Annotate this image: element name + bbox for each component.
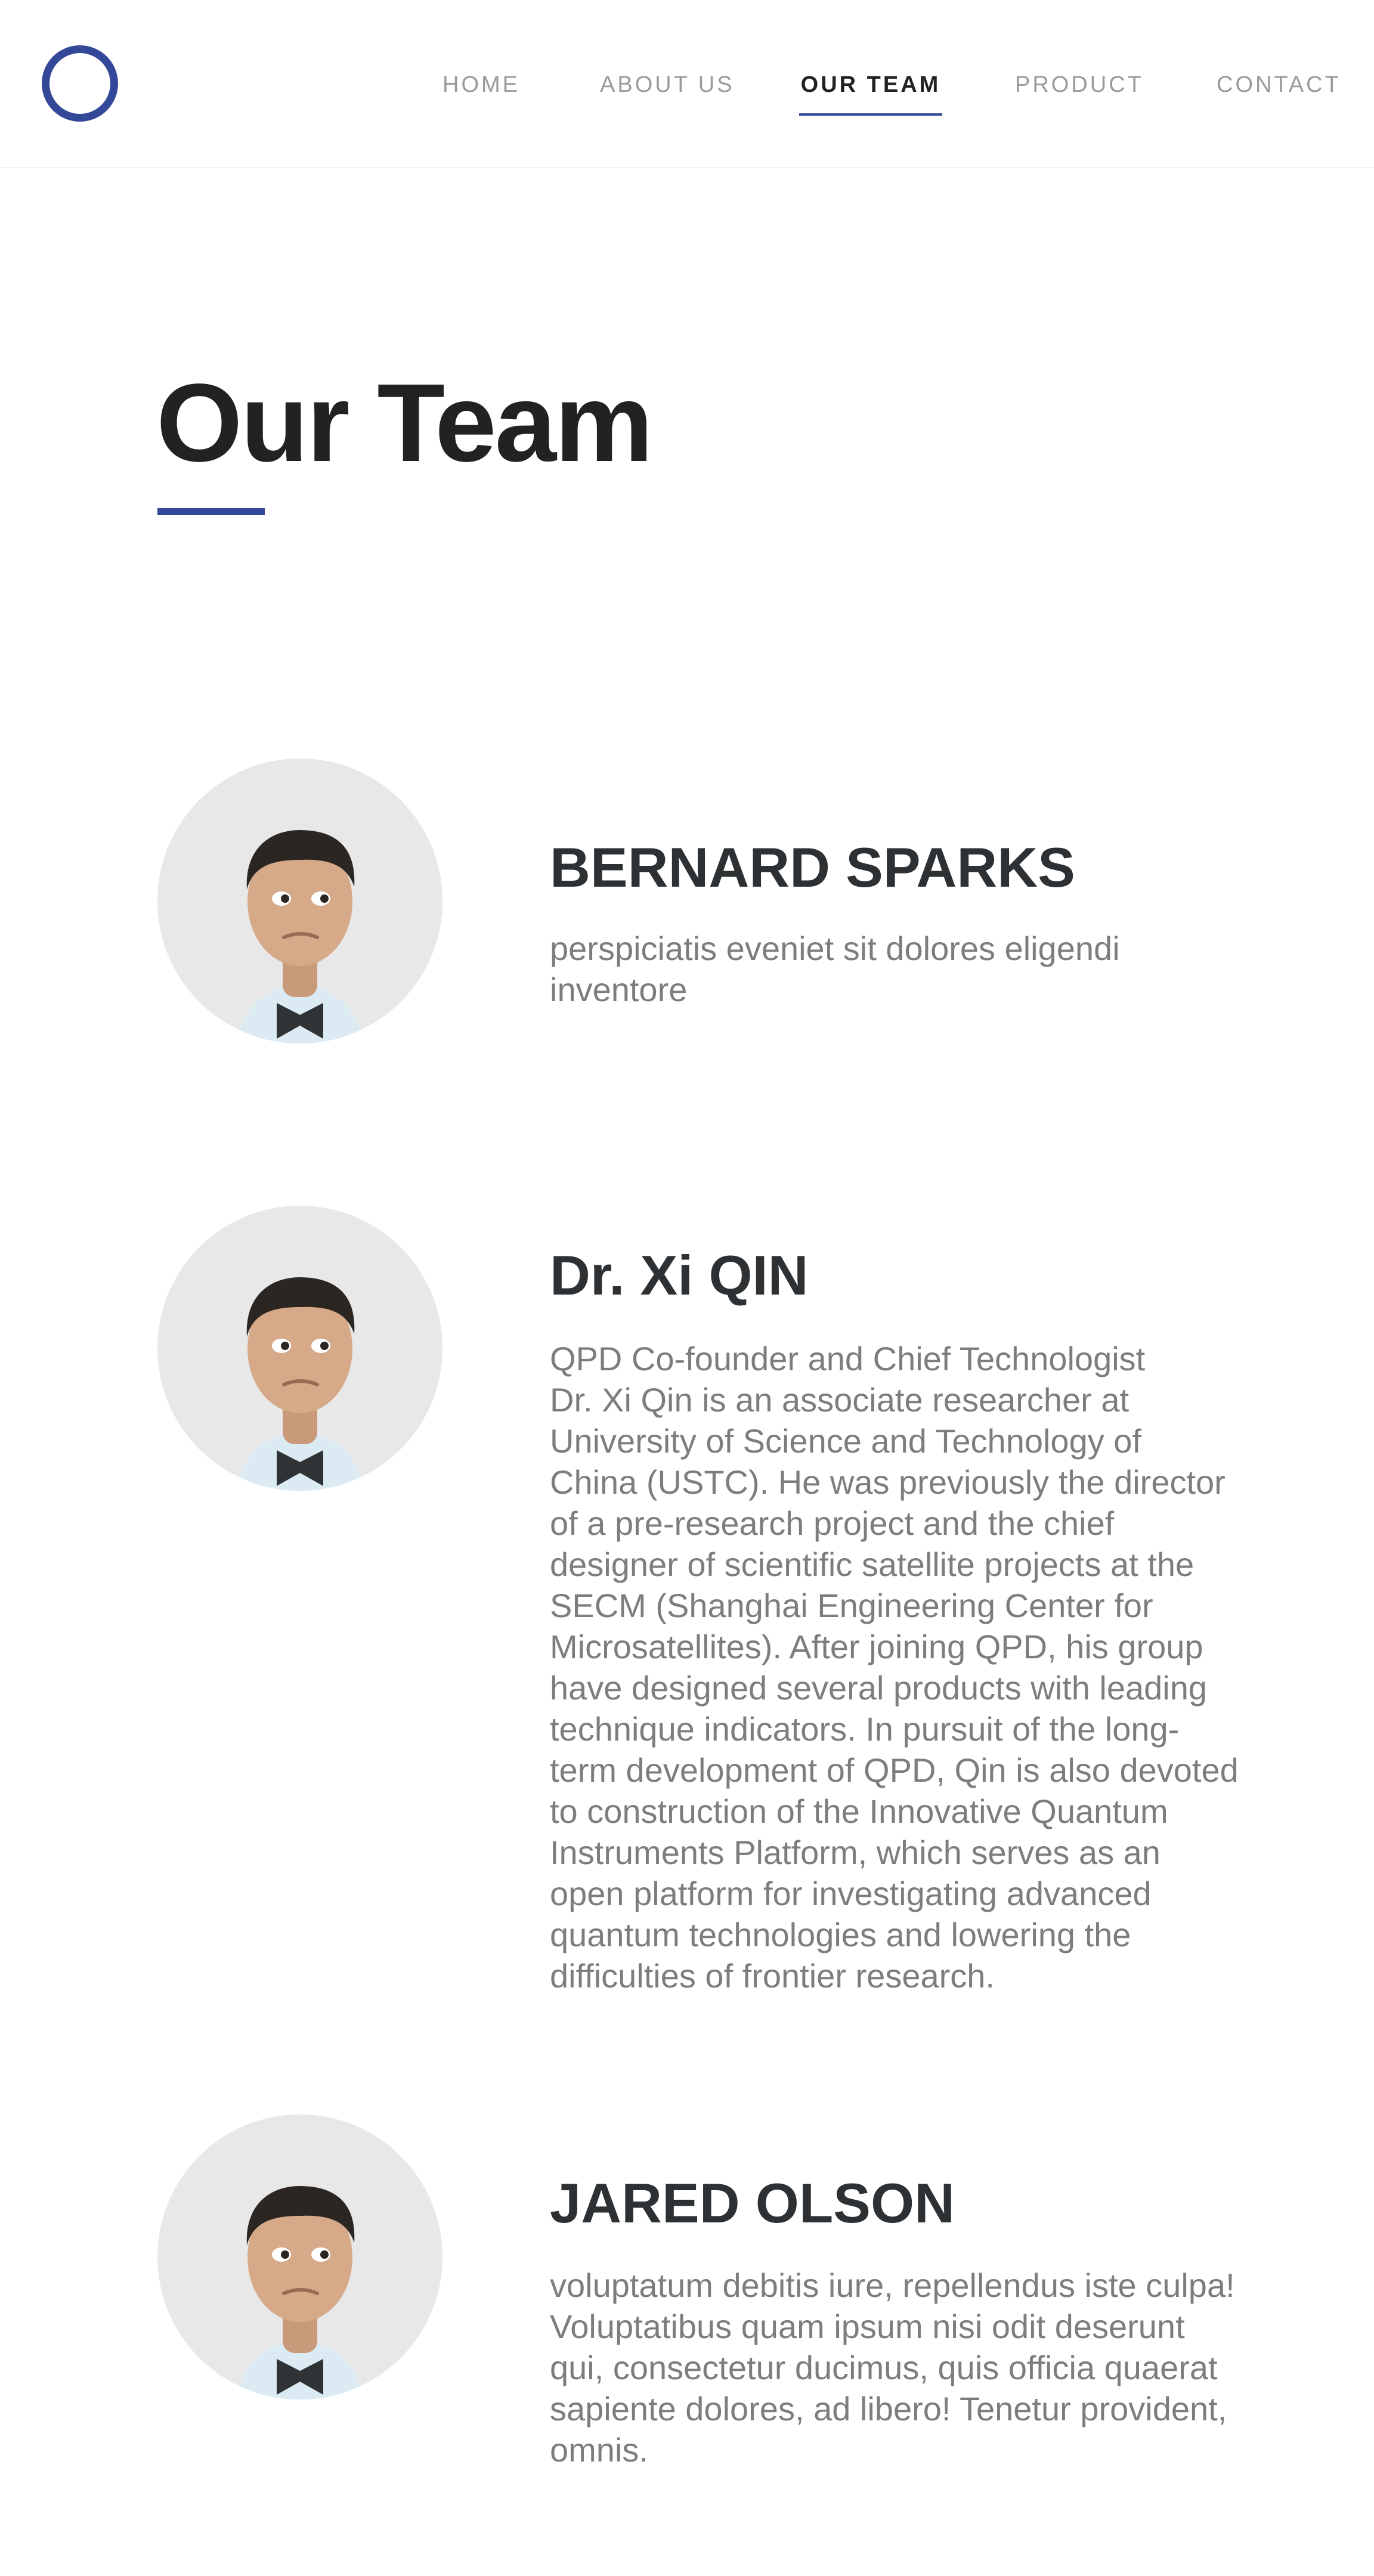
portrait-icon bbox=[157, 758, 442, 1044]
member-bio: perspiciatis eveniet sit dolores eligend… bbox=[550, 930, 1120, 1008]
page-title: Our Team bbox=[156, 361, 653, 485]
avatar bbox=[157, 2114, 442, 2399]
member-name: BERNARD SPARKS bbox=[550, 836, 1075, 899]
member-name: JARED OLSON bbox=[550, 2172, 955, 2234]
nav-our-team[interactable]: OUR TEAM bbox=[799, 70, 942, 99]
member-bio: QPD Co-founder and Chief Technologist Dr… bbox=[550, 1340, 1239, 1995]
nav-product[interactable]: PRODUCT bbox=[1015, 70, 1141, 99]
nav-about-us[interactable]: ABOUT US bbox=[600, 70, 732, 99]
portrait-icon bbox=[157, 1206, 442, 1491]
title-underline bbox=[157, 508, 265, 515]
site-header: HOME ABOUT US OUR TEAM PRODUCT CONTACT bbox=[0, 0, 1374, 168]
active-nav-underline bbox=[799, 113, 942, 116]
avatar bbox=[157, 1206, 442, 1491]
member-name: Dr. Xi QIN bbox=[550, 1244, 809, 1306]
circle-logo-icon[interactable] bbox=[42, 45, 118, 122]
portrait-icon bbox=[157, 2114, 442, 2399]
member-bio: voluptatum debitis iure, repellendus ist… bbox=[550, 2267, 1235, 2469]
nav-contact[interactable]: CONTACT bbox=[1217, 70, 1339, 99]
avatar bbox=[157, 758, 442, 1044]
nav-home[interactable]: HOME bbox=[442, 70, 518, 99]
page: HOME ABOUT US OUR TEAM PRODUCT CONTACT O… bbox=[0, 0, 1374, 2576]
